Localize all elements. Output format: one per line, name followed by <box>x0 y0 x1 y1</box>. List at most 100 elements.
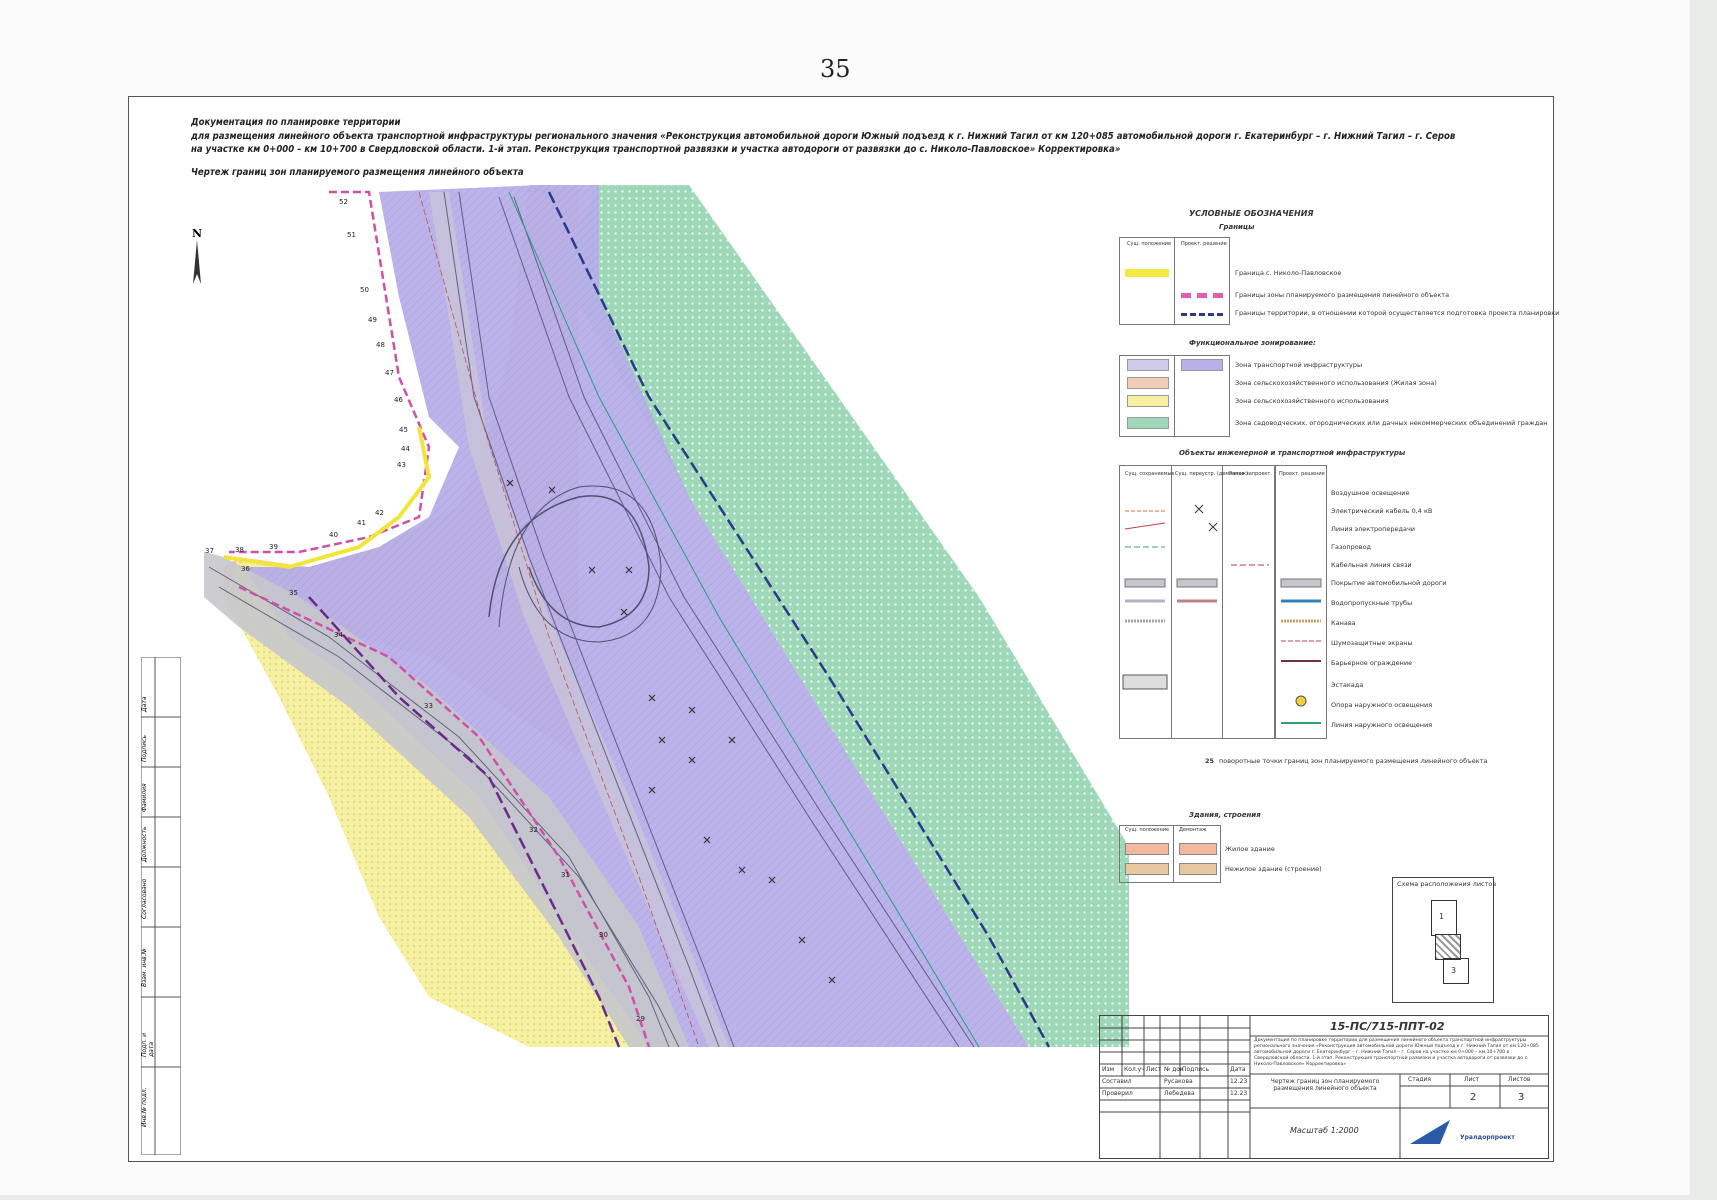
strip-label: Дата <box>141 696 148 712</box>
col-sign: Подпись <box>1182 1066 1209 1073</box>
legend-border-2: Границы зоны планируемого размещения лин… <box>1235 291 1450 299</box>
yellow-border-sample <box>1125 269 1169 277</box>
point-label: 48 <box>376 341 385 349</box>
row-role: Составил <box>1102 1078 1132 1085</box>
col-doc: № док <box>1164 1066 1184 1073</box>
bld-col-1: Сущ. положение <box>1125 827 1170 833</box>
point-label: 31 <box>561 871 570 879</box>
eng-label: Линия наружного освещения <box>1331 721 1433 729</box>
sheet-scheme: Схема расположения листов 1 3 <box>1392 877 1496 1003</box>
zone-transport-existing <box>1127 359 1169 371</box>
document-page: 35 Документация по планировке территории… <box>0 0 1690 1195</box>
zone-transport-project <box>1181 359 1223 371</box>
legend-borders-title: Границы <box>1219 223 1255 231</box>
page-number: 35 <box>820 55 851 83</box>
eng-label: Газопровод <box>1331 543 1372 551</box>
north-arrow-icon <box>193 240 201 284</box>
col-existing: Сущ. положение <box>1127 241 1172 247</box>
drawing-frame: Документация по планировке территории дл… <box>128 96 1559 1162</box>
col-date: Дата <box>1230 1066 1246 1073</box>
point-label: 41 <box>357 519 366 527</box>
eng-label: Канава <box>1331 619 1356 627</box>
magenta-border-sample <box>1181 293 1223 298</box>
point-label: 38 <box>235 546 244 554</box>
scale-label: Масштаб 1:2000 <box>1290 1126 1359 1135</box>
eng-col-3: Ранее запроект. <box>1229 471 1272 477</box>
point-label: 29 <box>636 1015 645 1023</box>
strip-label: Подп. и дата <box>141 1033 155 1057</box>
strip-label: Взам. инв.№ <box>141 948 148 987</box>
point-label: 36 <box>241 565 250 573</box>
point-label: 52 <box>339 198 348 206</box>
blue-border-sample <box>1181 313 1223 316</box>
point-label: 42 <box>375 509 384 517</box>
row-date: 12.23 <box>1230 1090 1248 1097</box>
strip-label: Фамилия <box>141 783 148 812</box>
zoning-label-4: Зона садоводческих, огороднических или д… <box>1235 419 1548 427</box>
point-label: 46 <box>394 396 403 404</box>
strip-label: Согласовано <box>141 878 148 919</box>
legend: УСЛОВНЫЕ ОБОЗНАЧЕНИЯ Границы Сущ. положе… <box>1119 209 1559 889</box>
eng-label: Эстакада <box>1331 681 1364 689</box>
col-izm: Изм <box>1102 1066 1115 1073</box>
row-date: 12.23 <box>1230 1078 1248 1085</box>
stage-label: Стадия <box>1408 1076 1432 1083</box>
point-label: 35 <box>289 589 298 597</box>
point-label: 43 <box>397 461 406 469</box>
sheet-count: 3 <box>1518 1092 1525 1103</box>
sheet-title: Чертеж границ зон планируемого размещени… <box>1270 1078 1380 1092</box>
legend-border-1: Граница с. Николо-Павловское <box>1235 269 1342 277</box>
point-label: 47 <box>385 369 394 377</box>
eng-label: Опора наружного освещения <box>1331 701 1433 709</box>
col-kol: Кол.уч <box>1124 1066 1145 1073</box>
zone-agricultural <box>1127 395 1169 407</box>
row-role: Проверил <box>1102 1090 1133 1097</box>
eng-label: Покрытие автомобильной дороги <box>1331 579 1447 587</box>
point-label: 45 <box>399 426 408 434</box>
north-label: N <box>191 227 203 240</box>
point-label: 40 <box>329 531 338 539</box>
point-label: 37 <box>205 547 214 555</box>
eng-label: Кабельная линия связи <box>1331 561 1412 569</box>
sheet-number: 2 <box>1470 1092 1477 1103</box>
strip-label: Подпись <box>141 735 148 762</box>
eng-samples <box>1122 504 1322 724</box>
bld-label-2: Нежилое здание (строение) <box>1225 865 1322 873</box>
eng-label: Водопропускные трубы <box>1331 599 1413 607</box>
project-description: Документация по планировке территории дл… <box>1254 1038 1539 1067</box>
legend-zoning-title: Функциональное зонирование: <box>1189 339 1316 347</box>
bld-label-1: Жилое здание <box>1225 845 1275 853</box>
eng-label: Линия электропередачи <box>1331 525 1416 533</box>
zoning-label-1: Зона транспортной инфраструктуры <box>1235 361 1363 369</box>
col-list: Лист <box>1146 1066 1162 1073</box>
scheme-sheet-3: 3 <box>1451 966 1457 975</box>
eng-label: Воздушное освещение <box>1331 489 1410 497</box>
point-note: поворотные точки границ зон планируемого… <box>1219 757 1488 765</box>
legend-buildings-title: Здания, строения <box>1189 811 1261 819</box>
legend-border-3: Границы территории, в отношении которой … <box>1235 309 1560 317</box>
strip-label: Инв.№ подл. <box>141 1087 148 1128</box>
legend-eng-title: Объекты инженерной и транспортной инфрас… <box>1179 449 1406 457</box>
eng-label: Барьерное ограждение <box>1331 659 1413 667</box>
point-label: 49 <box>368 316 377 324</box>
legend-title: УСЛОВНЫЕ ОБОЗНАЧЕНИЯ <box>1189 209 1314 218</box>
approval-strip: Инв.№ подл. Подп. и дата Взам. инв.№ Сог… <box>140 656 182 1156</box>
sheets-label: Листов <box>1508 1076 1531 1083</box>
bld-col-2: Демонтаж <box>1179 827 1207 833</box>
eng-col-4: Проект. решения <box>1279 471 1325 477</box>
zoning-label-3: Зона сельскохозяйственного использования <box>1235 397 1389 405</box>
row-name: Лебедева <box>1164 1090 1195 1097</box>
scheme-sheet-1: 1 <box>1439 912 1445 921</box>
point-label: 39 <box>269 543 278 551</box>
north-arrow: N <box>187 227 207 287</box>
drawing-code: 15-ПС/715-ППТ-02 <box>1330 1020 1445 1033</box>
point-label: 51 <box>347 231 356 239</box>
point-label: 33 <box>424 702 433 710</box>
point-label: 34 <box>334 631 343 639</box>
zoning-label-2: Зона сельскохозяйственного использования… <box>1235 379 1437 387</box>
title-block: 15-ПС/715-ППТ-02 Документация по планиро… <box>1099 1015 1549 1159</box>
company-logo-icon <box>1410 1120 1450 1144</box>
point-label: 32 <box>529 826 538 834</box>
zone-residential <box>1127 377 1169 389</box>
point-label: 50 <box>360 286 369 294</box>
